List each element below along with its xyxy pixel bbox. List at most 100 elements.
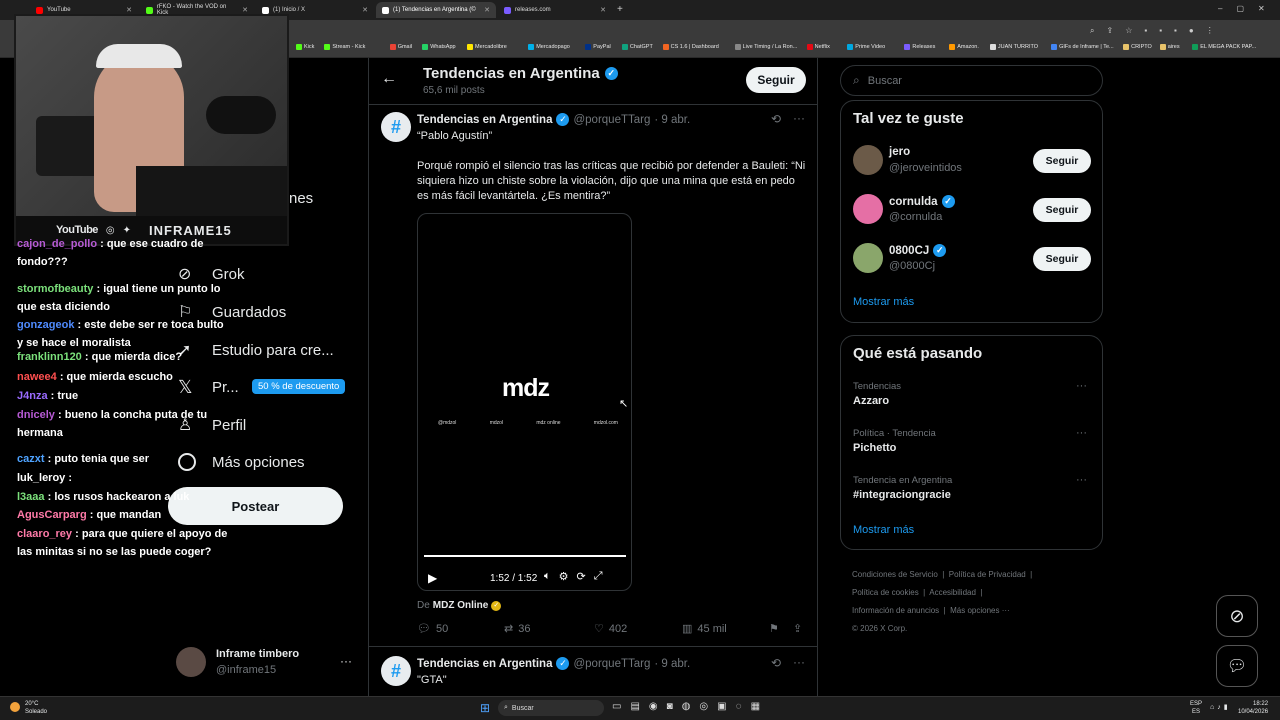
extension-icon[interactable]: ▪ (1174, 26, 1177, 36)
footer-link[interactable]: Más opciones ··· (950, 606, 1010, 615)
suggestion-handle[interactable]: @jeroveintidos (889, 162, 962, 174)
grok-icon[interactable]: ⟲ (771, 656, 781, 670)
chat-username[interactable]: l3aaa (17, 491, 45, 503)
search-input[interactable]: Buscar (868, 75, 902, 87)
bookmark-item[interactable]: GIFs de Inframe | Te... (1051, 44, 1114, 50)
steam-icon[interactable]: ◍ (682, 701, 691, 712)
browser-toolbar[interactable]: ⌕ ⇪ ☆ ▪ ▪ ▪ ● ⋮ (1090, 26, 1270, 36)
bookmark-item[interactable]: Mercadolibre (467, 44, 507, 50)
video-player[interactable]: mdz @mdzol mdzol mdz online mdzol.com ▶ … (417, 213, 632, 591)
play-icon[interactable]: ▶ (428, 571, 437, 585)
grok-fab[interactable]: ⊘ (1216, 595, 1258, 637)
show-more-link[interactable]: Mostrar más (853, 524, 914, 536)
bookmark-item[interactable]: Amazon. (949, 44, 979, 50)
discord-icon[interactable]: ◙ (667, 701, 673, 712)
new-tab-button[interactable]: + (617, 4, 623, 15)
folder-icon[interactable]: ▤ (630, 701, 639, 712)
menu-icon[interactable]: ⋮ (1206, 26, 1214, 36)
browser-tab[interactable]: releases.com ✕ (498, 2, 612, 18)
extension-icon[interactable]: ▪ (1144, 26, 1147, 36)
video-progress[interactable] (424, 555, 626, 557)
language-indicator[interactable]: ESP ES (1190, 700, 1202, 716)
close-icon[interactable]: ✕ (600, 6, 606, 14)
app-icon[interactable]: ▣ (717, 701, 726, 712)
close-icon[interactable]: ✕ (362, 6, 368, 14)
extension-icon[interactable]: ▪ (1159, 26, 1162, 36)
window-controls[interactable]: –▢✕ (1218, 4, 1279, 13)
bookmark-icon[interactable]: ⚑ (769, 622, 779, 635)
more-icon[interactable]: ··· (1076, 380, 1087, 392)
bookmark-item[interactable]: CS 1.6 | Dashboard (662, 44, 719, 50)
follow-button[interactable]: Seguir (1033, 247, 1091, 271)
post-time[interactable]: · 9 abr. (654, 114, 690, 126)
grok-icon[interactable]: ⟲ (771, 112, 781, 126)
taskbar-apps[interactable]: ▭ ▤ ◉ ◙ ◍ ◎ ▣ ◌ ▦ (612, 701, 760, 712)
more-icon[interactable]: ··· (793, 111, 805, 125)
suggestion-name[interactable]: cornulda ✓ (889, 195, 955, 208)
footer-link[interactable]: Condiciones de Servicio (852, 570, 938, 579)
more-icon[interactable]: ··· (1076, 427, 1087, 439)
taskbar-search-input[interactable]: Buscar (512, 705, 534, 712)
suggestion-handle[interactable]: @0800Cj (889, 260, 935, 272)
chat-username[interactable]: nawee4 (17, 371, 57, 383)
weather-widget[interactable]: 20°C Soleado (25, 700, 47, 716)
chat-username[interactable]: stormofbeauty (17, 283, 93, 295)
avatar[interactable]: # (381, 656, 411, 686)
avatar[interactable] (853, 194, 883, 224)
zoom-icon[interactable]: ⌕ (1090, 26, 1094, 36)
share-icon[interactable]: ⇪ (1106, 26, 1113, 36)
tray-icons[interactable]: ⌂♪▮ (1210, 703, 1231, 711)
messages-fab[interactable]: 💬︎ (1216, 645, 1258, 687)
bookmark-item[interactable]: aires (1159, 44, 1180, 50)
chat-username[interactable]: cajon_de_pollo (17, 238, 97, 250)
follow-button[interactable]: Seguir (1033, 198, 1091, 222)
profile-icon[interactable]: ● (1189, 26, 1194, 36)
taskbar-search[interactable]: ⌕ Buscar (498, 700, 604, 716)
obs-icon[interactable]: ◎ (699, 701, 708, 712)
windows-start-icon[interactable]: ⊞ (480, 701, 490, 715)
footer-link[interactable]: Accesibilidad (929, 588, 976, 597)
back-arrow-icon[interactable]: ← (381, 70, 397, 88)
avatar[interactable]: # (381, 112, 411, 142)
bookmark-item[interactable]: EL MEGA PACK PAP... (1192, 44, 1256, 50)
close-icon[interactable]: ✕ (242, 6, 248, 14)
chat-username[interactable]: J4nza (17, 390, 48, 402)
clock[interactable]: 18:22 10/04/2026 (1238, 700, 1268, 716)
follow-button[interactable]: Seguir (1033, 149, 1091, 173)
chat-username[interactable]: luk_leroy (17, 472, 65, 484)
author-handle[interactable]: @porqueTTarg (573, 658, 650, 670)
bookmark-item[interactable]: PayPal (585, 44, 611, 50)
browser-tab-active[interactable]: (1) Tendencias en Argentina (© ✕ (376, 2, 496, 18)
loop-icon[interactable]: ⟳ (576, 570, 585, 583)
chat-username[interactable]: dnicely (17, 409, 55, 421)
reply-button[interactable]: 💬︎ 50 (417, 622, 448, 636)
views-button[interactable]: ▥ 45 mil (682, 622, 727, 636)
like-button[interactable]: ♡ 402 (594, 622, 627, 636)
author-handle[interactable]: @porqueTTarg (573, 114, 650, 126)
bookmark-item[interactable]: Gmail (389, 44, 412, 50)
volume-icon[interactable]: 🔈︎ (544, 570, 551, 583)
bookmark-item[interactable]: Netflix (806, 44, 830, 50)
footer-link[interactable]: Información de anuncios (852, 606, 939, 615)
bookmark-item[interactable]: JUAN TURRITO (989, 44, 1038, 50)
source-link[interactable]: MDZ Online (433, 600, 489, 611)
bookmark-item[interactable]: Live Timing / La Ron... (734, 44, 797, 50)
chat-username[interactable]: claaro_rey (17, 528, 72, 540)
bookmark-item[interactable]: Stream - Kick (324, 44, 365, 50)
post-time[interactable]: · 9 abr. (654, 658, 690, 670)
more-icon[interactable]: ··· (1076, 474, 1087, 486)
avatar[interactable] (853, 145, 883, 175)
suggestion-name[interactable]: jero (889, 146, 910, 158)
bookmark-item[interactable]: Mercadopago (528, 44, 570, 50)
author-name[interactable]: Tendencias en Argentina (417, 658, 552, 670)
suggestion-handle[interactable]: @cornulda (889, 211, 942, 223)
author-name[interactable]: Tendencias en Argentina (417, 114, 552, 126)
avatar[interactable] (853, 243, 883, 273)
bookmark-item[interactable]: Kick (296, 44, 314, 50)
bookmark-item[interactable]: Prime Video (847, 44, 885, 50)
bookmark-item[interactable]: ChatGPT (621, 44, 653, 50)
repost-button[interactable]: ⇄ 36 (504, 622, 530, 636)
share-icon[interactable]: ⇪ (793, 622, 802, 635)
chrome-icon[interactable]: ◉ (649, 701, 658, 712)
suggestion-name[interactable]: 0800CJ ✓ (889, 244, 947, 257)
